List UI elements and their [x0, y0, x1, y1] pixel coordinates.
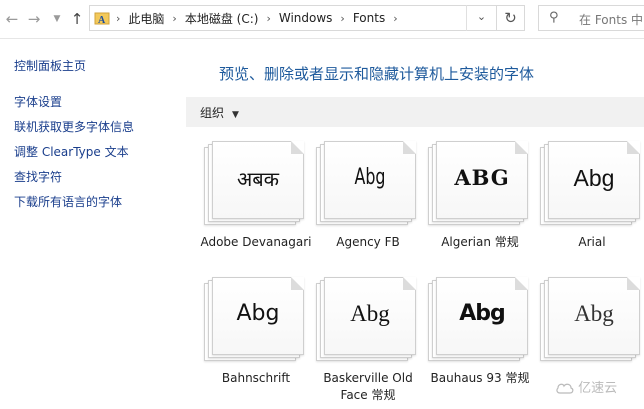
- watermark-text: 亿速云: [578, 381, 618, 396]
- breadcrumb-separator[interactable]: ›: [116, 12, 120, 25]
- organize-button[interactable]: 组织 ▼: [200, 104, 239, 121]
- adjust-cleartype-link[interactable]: 调整 ClearType 文本: [14, 143, 129, 160]
- search-placeholder: 在 Fonts 中: [579, 13, 644, 27]
- command-bar: 组织 ▼: [186, 97, 644, 127]
- font-sample: Abg: [574, 301, 614, 326]
- breadcrumb-this-pc[interactable]: 此电脑: [128, 10, 164, 27]
- organize-label: 组织: [200, 106, 225, 120]
- font-settings-link[interactable]: 字体设置: [14, 93, 62, 110]
- breadcrumb-separator[interactable]: ›: [340, 12, 344, 25]
- left-task-pane: 控制面板主页 字体设置 联机获取更多字体信息 调整 ClearType 文本 查…: [0, 39, 185, 409]
- breadcrumb-separator[interactable]: ›: [266, 12, 270, 25]
- font-name: Algerian 常规: [441, 235, 519, 249]
- breadcrumb-separator[interactable]: ›: [172, 12, 176, 25]
- font-sample: ABG: [454, 165, 510, 190]
- refresh-icon[interactable]: ↻: [497, 5, 525, 31]
- font-sample: Abg: [354, 165, 386, 190]
- cloud-icon: [556, 383, 574, 394]
- breadcrumb-local-disk[interactable]: 本地磁盘 (C:): [185, 10, 259, 27]
- recent-locations-chevron-down-icon[interactable]: ▼: [47, 9, 67, 29]
- download-all-language-fonts-link[interactable]: 下载所有语言的字体: [14, 193, 122, 210]
- address-toolbar: ← → ▼ ↑ A › 此电脑 › 本地磁盘 (C:) › Windows › …: [0, 0, 644, 39]
- breadcrumb-fonts[interactable]: Fonts: [353, 11, 385, 25]
- search-input[interactable]: ⚲ 在 Fonts 中: [538, 5, 644, 31]
- font-name: Bauhaus 93 常规: [430, 371, 530, 385]
- font-name: Baskerville Old Face 常规: [323, 371, 413, 402]
- address-dropdown-chevron-down-icon[interactable]: ⌄: [466, 5, 496, 31]
- font-sample: Abg: [573, 165, 615, 191]
- forward-icon[interactable]: →: [24, 9, 44, 29]
- font-sample: अबक: [236, 167, 280, 191]
- font-sample: Abg: [236, 301, 280, 326]
- control-panel-home-link[interactable]: 控制面板主页: [14, 57, 86, 74]
- back-icon[interactable]: ←: [2, 9, 22, 29]
- chevron-down-icon: ▼: [232, 110, 239, 120]
- svg-text:A: A: [98, 15, 106, 26]
- page-title: 预览、删除或者显示和隐藏计算机上安装的字体: [219, 65, 535, 83]
- font-name: Adobe Devanagari: [200, 235, 312, 249]
- breadcrumb-separator[interactable]: ›: [393, 12, 397, 25]
- breadcrumb-windows[interactable]: Windows: [279, 11, 333, 25]
- up-icon[interactable]: ↑: [67, 9, 87, 29]
- get-more-fonts-online-link[interactable]: 联机获取更多字体信息: [14, 118, 134, 135]
- find-character-link[interactable]: 查找字符: [14, 168, 62, 185]
- address-bar[interactable]: A › 此电脑 › 本地磁盘 (C:) › Windows › Fonts ›: [89, 5, 497, 31]
- font-sample: Abg: [350, 301, 390, 326]
- watermark-logo: 亿速云: [556, 377, 617, 396]
- fonts-folder-icon: A: [94, 12, 110, 26]
- font-name: Bahnschrift: [221, 371, 291, 385]
- font-name: Arial: [578, 235, 606, 249]
- font-sample: Abg: [459, 301, 506, 326]
- search-icon: ⚲: [549, 10, 559, 25]
- font-name: Agency FB: [336, 235, 400, 249]
